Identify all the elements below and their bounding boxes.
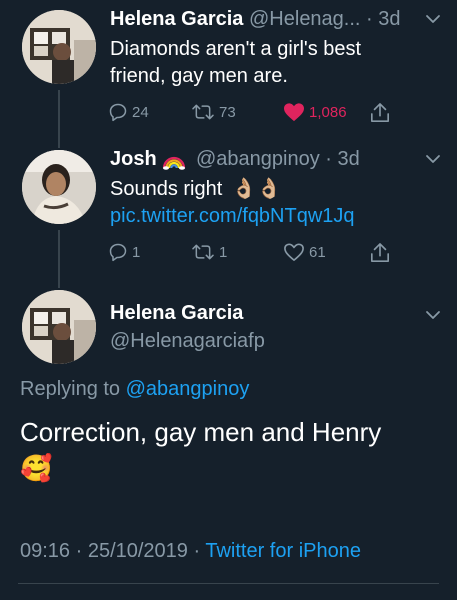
rainbow-icon	[162, 156, 186, 170]
share-button[interactable]	[370, 242, 394, 264]
tweet-text: Diamonds aren't a girl's best friend, ga…	[110, 36, 440, 90]
chevron-down-icon[interactable]	[425, 14, 441, 24]
retweet-count: 1	[219, 243, 228, 261]
author-name[interactable]: Helena Garcia	[110, 8, 243, 31]
tweet-text-line: Sounds right	[110, 178, 223, 200]
author-name[interactable]: Helena Garcia	[110, 302, 243, 325]
reply-button[interactable]: 24	[108, 102, 149, 122]
reply-icon	[109, 103, 127, 122]
author-handle-time: @abangpinoy · 3d	[196, 148, 360, 170]
reply-count: 24	[132, 103, 149, 121]
reply-count: 1	[132, 243, 141, 261]
divider	[18, 583, 439, 584]
tweet-text-line: Diamonds aren't a girl's best	[110, 38, 362, 60]
thread-connector	[58, 230, 60, 288]
share-icon	[371, 243, 389, 262]
heart-icon	[284, 103, 304, 122]
avatar[interactable]	[22, 10, 96, 84]
timestamp-row: 09:16 · 25/10/2019 · Twitter for iPhone	[20, 540, 361, 563]
retweet-button[interactable]: 73	[191, 102, 236, 122]
like-button[interactable]: 1,086	[283, 102, 347, 122]
chevron-down-icon[interactable]	[425, 154, 441, 164]
reply-button[interactable]: 1	[108, 242, 140, 262]
source-link[interactable]: Twitter for iPhone	[205, 540, 361, 562]
replying-to-handle[interactable]: @abangpinoy	[126, 378, 250, 400]
retweet-icon	[192, 244, 214, 260]
tweet-text: Sounds right 👌🏼👌🏼 pic.twitter.com/fqbNTq…	[110, 176, 440, 230]
avatar[interactable]	[22, 150, 96, 224]
reply-icon	[109, 243, 127, 262]
avatar[interactable]	[22, 290, 96, 364]
like-button[interactable]: 61	[283, 242, 326, 262]
author-name[interactable]: Josh	[110, 148, 157, 171]
media-link[interactable]: pic.twitter.com/fqbNTqw1Jq	[110, 203, 440, 230]
author-handle[interactable]: @Helenagarciafp	[110, 330, 265, 353]
share-button[interactable]	[370, 102, 394, 124]
retweet-icon	[192, 104, 214, 120]
author-handle-time: @Helenag... · 3d	[249, 8, 401, 30]
retweet-count: 73	[219, 103, 236, 121]
smiling-hearts-emoji: 🥰	[20, 453, 53, 483]
tweet-text-line: friend, gay men are.	[110, 65, 288, 87]
thread-connector	[58, 90, 60, 148]
main-tweet-text: Correction, gay men and Henry 🥰	[20, 414, 440, 486]
replying-to-label: Replying to	[20, 378, 121, 400]
ok-hand-emoji: 👌🏼👌🏼	[231, 178, 282, 200]
heart-icon	[284, 243, 304, 261]
replying-to: Replying to @abangpinoy	[20, 378, 249, 401]
like-count: 1,086	[309, 103, 347, 121]
share-icon	[371, 103, 389, 122]
timestamp: 09:16 · 25/10/2019 ·	[20, 540, 201, 562]
retweet-button[interactable]: 1	[191, 242, 227, 262]
chevron-down-icon[interactable]	[425, 310, 441, 320]
like-count: 61	[309, 243, 326, 261]
main-tweet-text-line: Correction, gay men and Henry	[20, 417, 382, 447]
